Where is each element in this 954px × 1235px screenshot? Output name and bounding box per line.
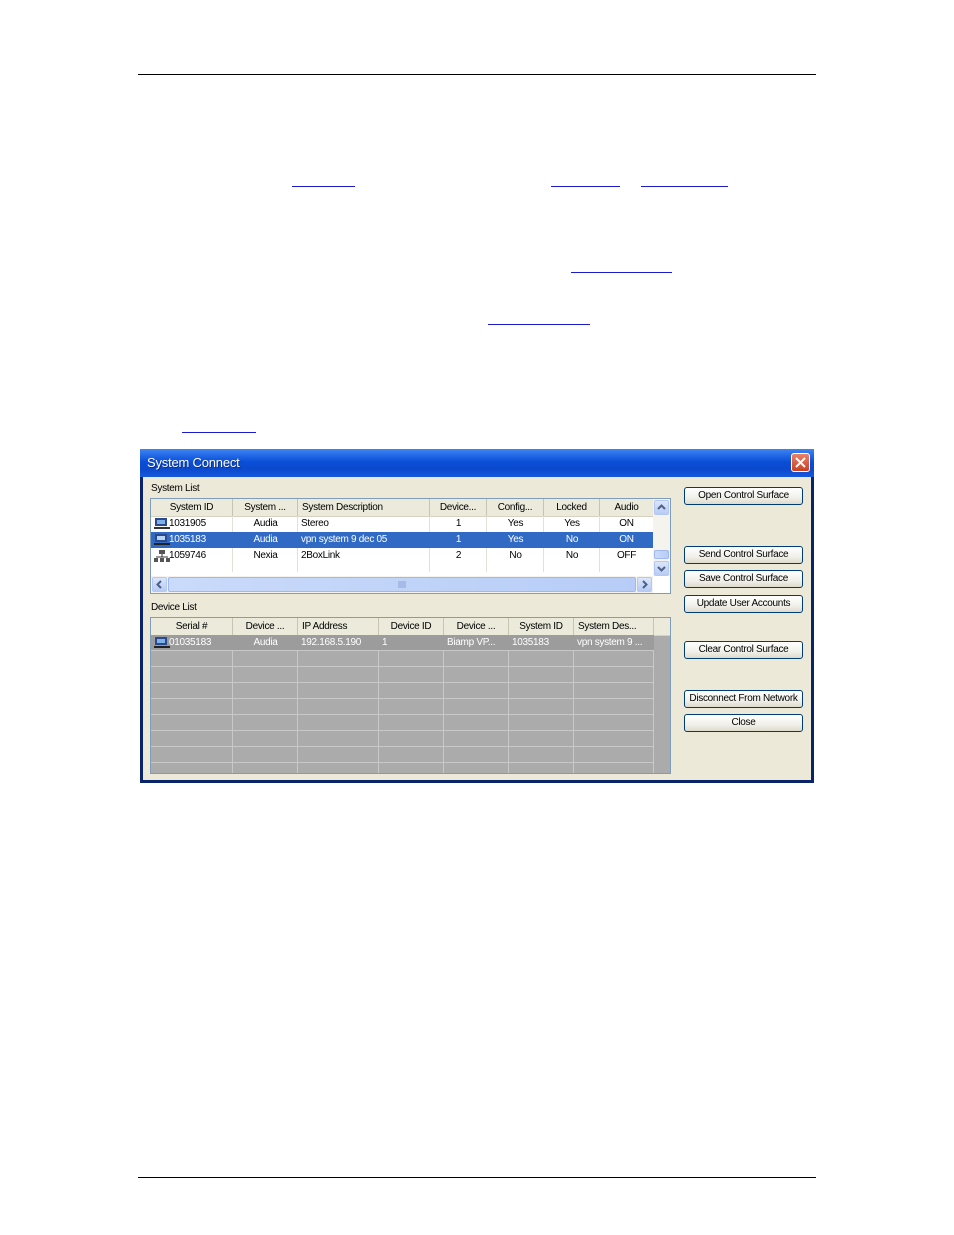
system-id-cell: 1035183 <box>512 637 549 648</box>
column-header-devices[interactable]: Device... <box>430 499 487 516</box>
column-header-system-description[interactable]: System Description <box>298 499 430 516</box>
column-header-device-id[interactable]: Device ID <box>379 618 444 635</box>
close-button[interactable]: Close <box>684 714 803 732</box>
column-header-audio[interactable]: Audio <box>600 499 653 516</box>
device-model-cell: Biamp VP... <box>447 637 496 648</box>
config-cell: No <box>509 550 522 561</box>
hyperlink-underline[interactable] <box>488 324 590 325</box>
system-list-header: System ID System ... System Description … <box>151 499 653 517</box>
hyperlink-underline[interactable] <box>292 186 355 187</box>
system-description-cell: 2BoxLink <box>301 550 340 561</box>
network-node-icon <box>154 550 170 562</box>
device-type-cell: Audia <box>253 637 278 648</box>
save-control-surface-button[interactable]: Save Control Surface <box>684 570 803 588</box>
column-header-filler <box>654 618 670 635</box>
serial-cell: 01035183 <box>169 637 212 648</box>
disconnect-from-network-button[interactable]: Disconnect From Network <box>684 690 803 708</box>
empty-row <box>151 651 654 667</box>
system-description-cell: vpn system 9 ... <box>577 637 643 648</box>
chevron-down-icon <box>657 566 666 572</box>
title-bar[interactable]: System Connect <box>140 449 814 477</box>
close-icon <box>795 457 806 468</box>
device-list-label: Device List <box>151 602 197 613</box>
locked-cell: No <box>565 534 579 545</box>
scroll-right-button[interactable] <box>637 577 652 592</box>
ip-address-cell: 192.168.5.190 <box>301 637 362 648</box>
system-description-cell: Stereo <box>301 518 329 529</box>
audio-cell: ON <box>619 518 634 529</box>
device-list-header: Serial # Device ... IP Address Device ID… <box>151 618 670 636</box>
scroll-up-button[interactable] <box>654 500 669 515</box>
hyperlink-underline[interactable] <box>571 272 672 273</box>
page-footer-rule <box>138 1177 816 1178</box>
empty-row <box>151 715 654 731</box>
device-row[interactable]: 01035183 Audia 192.168.5.190 1 Biamp VP.… <box>151 635 654 651</box>
empty-row <box>151 731 654 747</box>
devices-cell: 1 <box>455 534 462 545</box>
locked-cell: Yes <box>564 518 580 529</box>
grip-icon <box>398 581 406 588</box>
network-computer-icon <box>154 534 170 545</box>
column-header-device-type[interactable]: Device ... <box>233 618 298 635</box>
locked-cell: No <box>565 550 579 561</box>
system-row[interactable]: 1031905 Audia Stereo 1 Yes Yes ON <box>151 516 653 532</box>
system-list-label: System List <box>151 483 200 494</box>
system-id-cell: 1031905 <box>169 518 206 529</box>
system-type-cell: Audia <box>253 534 278 545</box>
column-header-system-type[interactable]: System ... <box>233 499 298 516</box>
config-cell: Yes <box>507 518 524 529</box>
column-header-ip-address[interactable]: IP Address <box>298 618 379 635</box>
column-header-config[interactable]: Config... <box>487 499 544 516</box>
scroll-thumb[interactable] <box>654 550 669 559</box>
network-computer-icon <box>154 637 170 648</box>
column-header-locked[interactable]: Locked <box>544 499 600 516</box>
page-header-rule <box>138 74 816 75</box>
devices-cell: 2 <box>455 550 462 561</box>
scroll-left-button[interactable] <box>152 577 167 592</box>
column-header-system-id[interactable]: System ID <box>151 499 233 516</box>
chevron-left-icon <box>156 580 162 589</box>
column-header-system-description[interactable]: System Des... <box>574 618 654 635</box>
hyperlink-underline[interactable] <box>641 186 728 187</box>
system-connect-dialog: System Connect System List System ID Sys… <box>140 449 814 783</box>
device-list[interactable]: Serial # Device ... IP Address Device ID… <box>150 617 671 774</box>
device-id-cell: 1 <box>382 637 388 648</box>
column-header-device-model[interactable]: Device ... <box>444 618 509 635</box>
dialog-title: System Connect <box>147 455 240 470</box>
empty-row <box>151 747 654 763</box>
dialog-body: System List System ID System ... System … <box>143 477 811 780</box>
system-list-vertical-scrollbar[interactable] <box>653 499 670 576</box>
scroll-down-button[interactable] <box>654 561 669 576</box>
system-type-cell: Audia <box>253 518 278 529</box>
hyperlink-underline[interactable] <box>551 186 620 187</box>
system-row[interactable]: 1059746 Nexia 2BoxLink 2 No No OFF <box>151 548 653 564</box>
empty-row <box>151 683 654 699</box>
audio-cell: OFF <box>616 550 637 561</box>
system-list[interactable]: System ID System ... System Description … <box>150 498 671 594</box>
clear-control-surface-button[interactable]: Clear Control Surface <box>684 641 803 659</box>
hyperlink-underline[interactable] <box>182 432 256 433</box>
column-header-serial[interactable]: Serial # <box>151 618 233 635</box>
chevron-up-icon <box>657 504 666 510</box>
devices-cell: 1 <box>455 518 462 529</box>
open-control-surface-button[interactable]: Open Control Surface <box>684 487 803 505</box>
empty-row <box>151 699 654 715</box>
audio-cell: ON <box>619 534 634 545</box>
scroll-thumb[interactable] <box>168 577 636 592</box>
system-id-cell: 1059746 <box>169 550 206 561</box>
system-type-cell: Nexia <box>253 550 278 561</box>
network-computer-icon <box>154 518 170 529</box>
system-row-selected[interactable]: 1035183 Audia vpn system 9 dec 05 1 Yes … <box>151 532 653 548</box>
column-header-system-id[interactable]: System ID <box>509 618 574 635</box>
system-id-cell: 1035183 <box>169 534 206 545</box>
empty-row <box>151 667 654 683</box>
close-window-button[interactable] <box>791 453 810 472</box>
config-cell: Yes <box>507 534 524 545</box>
system-description-cell: vpn system 9 dec 05 <box>301 534 388 545</box>
update-user-accounts-button[interactable]: Update User Accounts <box>684 595 803 613</box>
system-list-horizontal-scrollbar[interactable] <box>151 576 653 593</box>
send-control-surface-button[interactable]: Send Control Surface <box>684 546 803 564</box>
chevron-right-icon <box>642 580 648 589</box>
